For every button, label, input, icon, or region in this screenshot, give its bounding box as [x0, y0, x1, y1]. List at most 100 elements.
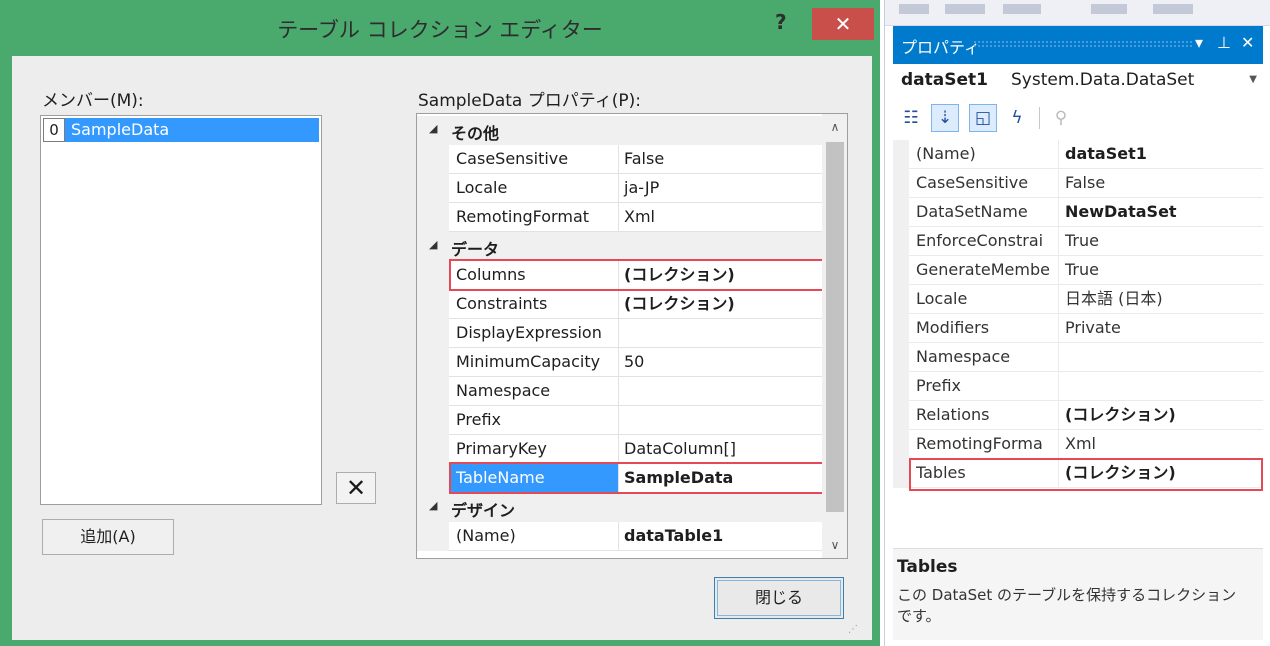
property-name: Prefix — [909, 372, 1059, 401]
dialog-titlebar[interactable]: テーブル コレクション エディター ? ✕ — [0, 0, 880, 50]
property-value[interactable] — [619, 406, 822, 435]
property-row[interactable]: Constraints (コレクション) — [417, 290, 822, 319]
category-other[interactable]: ◢ その他 — [417, 116, 822, 145]
property-value[interactable]: SampleData — [619, 464, 822, 493]
property-row[interactable]: Modifiers Private — [893, 314, 1263, 343]
property-value[interactable]: (コレクション) — [619, 290, 822, 319]
pin-icon[interactable]: ⊥ — [1217, 33, 1231, 52]
property-value[interactable]: 50 — [619, 348, 822, 377]
collapse-arrow-icon[interactable]: ◢ — [429, 122, 437, 135]
property-row[interactable]: (Name) dataSet1 — [893, 140, 1263, 169]
property-row[interactable]: Prefix — [417, 406, 822, 435]
property-value[interactable]: Xml — [1059, 430, 1263, 459]
property-name: EnforceConstrai — [909, 227, 1059, 256]
vertical-scrollbar[interactable]: ∧ ∨ — [822, 114, 847, 558]
property-row[interactable]: RemotingFormat Xml — [417, 203, 822, 232]
close-dialog-button[interactable]: 閉じる — [714, 577, 844, 619]
property-value[interactable]: NewDataSet — [1059, 198, 1263, 227]
tab-strip — [885, 0, 1270, 26]
category-data[interactable]: ◢ データ — [417, 232, 822, 261]
property-value[interactable]: dataTable1 — [619, 522, 822, 551]
property-row-selected[interactable]: TableName SampleData — [417, 464, 822, 493]
dialog-property-grid[interactable]: ◢ その他 CaseSensitive False Locale ja-JP R… — [416, 113, 848, 559]
property-row[interactable]: Namespace — [417, 377, 822, 406]
property-value[interactable]: (コレクション) — [619, 261, 822, 290]
property-row[interactable]: DataSetName NewDataSet — [893, 198, 1263, 227]
property-row[interactable]: PrimaryKey DataColumn[] — [417, 435, 822, 464]
chevron-down-icon[interactable]: ▼ — [1249, 74, 1257, 85]
events-icon[interactable]: ϟ — [1003, 104, 1031, 132]
property-value[interactable] — [619, 377, 822, 406]
property-value[interactable] — [619, 319, 822, 348]
property-name: TableName — [449, 464, 619, 493]
property-row[interactable]: EnforceConstrai True — [893, 227, 1263, 256]
property-row[interactable]: Locale ja-JP — [417, 174, 822, 203]
object-type: System.Data.DataSet — [1011, 70, 1195, 90]
property-value[interactable]: True — [1059, 256, 1263, 285]
property-name: RemotingFormat — [449, 203, 619, 232]
property-row[interactable]: Prefix — [893, 372, 1263, 401]
property-value[interactable]: False — [1059, 169, 1263, 198]
property-row[interactable]: RemotingForma Xml — [893, 430, 1263, 459]
property-value[interactable]: (コレクション) — [1059, 401, 1263, 430]
add-button[interactable]: 追加(A) — [42, 519, 174, 555]
property-name: PrimaryKey — [449, 435, 619, 464]
member-item[interactable]: 0 SampleData — [43, 118, 319, 142]
property-name: Modifiers — [909, 314, 1059, 343]
properties-icon[interactable]: ◱ — [969, 104, 997, 132]
property-row[interactable]: Locale 日本語 (日本) — [893, 285, 1263, 314]
property-row[interactable]: Relations (コレクション) — [893, 401, 1263, 430]
property-pages-icon[interactable]: ⚲ — [1047, 104, 1075, 132]
scroll-up-icon[interactable]: ∧ — [822, 114, 847, 140]
properties-titlebar[interactable]: プロパティ ▾ ⊥ ✕ — [893, 26, 1263, 64]
property-row[interactable]: (Name) dataTable1 — [417, 522, 822, 551]
help-button[interactable]: ? — [775, 10, 787, 34]
close-icon[interactable]: ✕ — [1241, 33, 1254, 52]
collapse-arrow-icon[interactable]: ◢ — [429, 499, 437, 512]
close-window-button[interactable]: ✕ — [812, 8, 874, 40]
dropdown-icon[interactable]: ▾ — [1195, 33, 1203, 52]
properties-grid[interactable]: (Name) dataSet1 CaseSensitive False Data… — [893, 140, 1263, 542]
categorized-icon[interactable]: ☷ — [897, 104, 925, 132]
drag-grip[interactable] — [973, 40, 1193, 48]
object-selector[interactable]: dataSet1 System.Data.DataSet ▼ — [893, 64, 1263, 100]
resize-grip-icon[interactable]: ⋰ — [848, 624, 858, 635]
member-name: SampleData — [71, 120, 170, 139]
collapse-arrow-icon[interactable]: ◢ — [429, 238, 437, 251]
property-value[interactable]: (コレクション) — [1059, 459, 1263, 488]
property-row[interactable]: Tables (コレクション) — [893, 459, 1263, 488]
category-design[interactable]: ◢ デザイン — [417, 493, 822, 522]
property-name: Tables — [909, 459, 1059, 488]
property-name: Namespace — [449, 377, 619, 406]
property-row[interactable]: GenerateMembe True — [893, 256, 1263, 285]
property-value[interactable]: False — [619, 145, 822, 174]
property-value[interactable]: 日本語 (日本) — [1059, 285, 1263, 314]
property-row[interactable]: Namespace — [893, 343, 1263, 372]
property-row[interactable]: CaseSensitive False — [893, 169, 1263, 198]
property-value[interactable] — [1059, 343, 1263, 372]
property-name: Constraints — [449, 290, 619, 319]
scroll-thumb[interactable] — [826, 142, 844, 512]
property-name: Locale — [909, 285, 1059, 314]
property-value[interactable]: True — [1059, 227, 1263, 256]
property-value[interactable]: DataColumn[] — [619, 435, 822, 464]
category-name: デザイン — [451, 501, 516, 520]
property-value[interactable]: Xml — [619, 203, 822, 232]
category-name: データ — [451, 240, 500, 259]
property-value[interactable]: Private — [1059, 314, 1263, 343]
members-list[interactable]: 0 SampleData — [40, 115, 322, 505]
property-row[interactable]: DisplayExpression — [417, 319, 822, 348]
dialog-title: テーブル コレクション エディター — [277, 18, 603, 42]
property-row[interactable]: MinimumCapacity 50 — [417, 348, 822, 377]
property-value[interactable] — [1059, 372, 1263, 401]
property-row[interactable]: CaseSensitive False — [417, 145, 822, 174]
alphabetical-icon[interactable]: ⇣ — [931, 104, 959, 132]
properties-title: プロパティ — [901, 38, 981, 57]
property-name: DisplayExpression — [449, 319, 619, 348]
property-row[interactable]: Columns (コレクション) — [417, 261, 822, 290]
description-title: Tables — [897, 557, 958, 577]
scroll-down-icon[interactable]: ∨ — [822, 532, 847, 558]
remove-member-button[interactable]: ✕ — [336, 472, 376, 504]
property-value[interactable]: ja-JP — [619, 174, 822, 203]
property-value[interactable]: dataSet1 — [1059, 140, 1263, 169]
